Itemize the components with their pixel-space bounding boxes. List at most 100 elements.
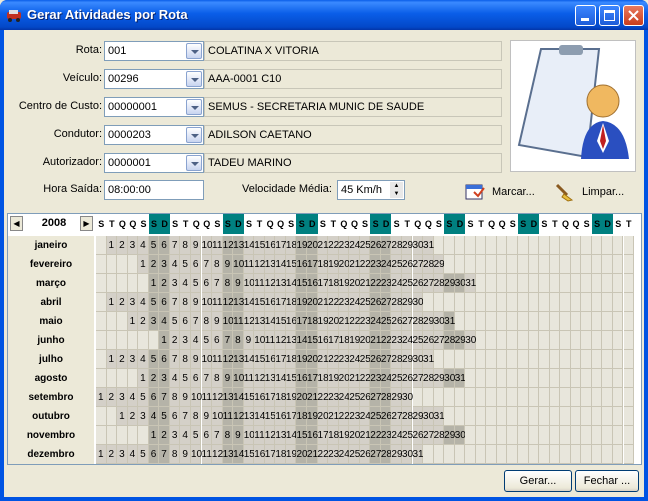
day-cell[interactable]: 14 bbox=[243, 236, 255, 255]
day-cell[interactable]: 18 bbox=[307, 312, 318, 331]
day-cell[interactable]: 12 bbox=[264, 426, 276, 445]
day-cell[interactable]: 13 bbox=[243, 407, 255, 426]
day-cell[interactable]: 2 bbox=[106, 388, 118, 407]
day-cell[interactable]: 28 bbox=[423, 255, 434, 274]
day-cell[interactable]: 25 bbox=[359, 236, 371, 255]
day-cell[interactable]: 31 bbox=[454, 369, 466, 388]
day-cell[interactable]: 30 bbox=[444, 369, 455, 388]
day-cell[interactable]: 27 bbox=[391, 407, 403, 426]
day-cell[interactable]: 7 bbox=[190, 312, 202, 331]
day-cell[interactable]: 8 bbox=[233, 331, 244, 350]
day-cell[interactable]: 31 bbox=[412, 445, 424, 464]
day-cell[interactable]: 17 bbox=[264, 388, 276, 407]
day-cell[interactable]: 15 bbox=[243, 388, 255, 407]
day-cell[interactable]: 26 bbox=[370, 350, 381, 369]
day-cell[interactable]: 1 bbox=[138, 369, 149, 388]
day-cell[interactable]: 10 bbox=[201, 350, 213, 369]
maximize-button[interactable] bbox=[599, 5, 620, 26]
day-cell[interactable]: 26 bbox=[412, 426, 424, 445]
day-cell[interactable]: 15 bbox=[296, 426, 308, 445]
day-cell[interactable]: 7 bbox=[159, 388, 170, 407]
day-cell[interactable]: 9 bbox=[180, 388, 191, 407]
day-cell[interactable]: 25 bbox=[412, 331, 424, 350]
day-cell[interactable]: 24 bbox=[349, 236, 360, 255]
day-cell[interactable]: 9 bbox=[212, 312, 223, 331]
day-cell[interactable]: 23 bbox=[380, 274, 392, 293]
day-cell[interactable]: 15 bbox=[243, 445, 255, 464]
day-cell[interactable]: 28 bbox=[391, 350, 403, 369]
rota-combo[interactable]: 001 bbox=[104, 41, 204, 61]
day-cell[interactable]: 6 bbox=[159, 236, 170, 255]
day-cell[interactable]: 23 bbox=[370, 255, 381, 274]
day-cell[interactable]: 23 bbox=[370, 369, 381, 388]
day-cell[interactable]: 20 bbox=[338, 255, 350, 274]
day-cell[interactable]: 30 bbox=[423, 407, 434, 426]
day-cell[interactable]: 10 bbox=[190, 388, 202, 407]
day-cell[interactable]: 20 bbox=[296, 388, 308, 407]
day-cell[interactable]: 16 bbox=[307, 274, 318, 293]
day-cell[interactable]: 16 bbox=[264, 293, 276, 312]
chevron-down-icon[interactable] bbox=[186, 99, 202, 115]
day-cell[interactable]: 24 bbox=[349, 350, 360, 369]
day-cell[interactable]: 13 bbox=[233, 293, 244, 312]
day-cell[interactable]: 6 bbox=[159, 293, 170, 312]
day-cell[interactable]: 24 bbox=[338, 445, 350, 464]
day-cell[interactable]: 14 bbox=[275, 369, 286, 388]
day-cell[interactable]: 30 bbox=[401, 388, 413, 407]
day-cell[interactable]: 5 bbox=[138, 445, 149, 464]
day-cell[interactable]: 2 bbox=[117, 236, 128, 255]
day-cell[interactable]: 17 bbox=[317, 274, 329, 293]
day-cell[interactable]: 26 bbox=[359, 445, 371, 464]
day-cell[interactable]: 24 bbox=[380, 369, 392, 388]
spin-up-icon[interactable]: ▲ bbox=[390, 182, 403, 190]
day-cell[interactable]: 31 bbox=[444, 312, 455, 331]
velocidade-spinner[interactable]: 45 Km/h ▲ ▼ bbox=[337, 180, 405, 200]
chevron-down-icon[interactable] bbox=[186, 43, 202, 59]
day-cell[interactable]: 8 bbox=[169, 388, 181, 407]
day-cell[interactable]: 18 bbox=[285, 350, 297, 369]
day-cell[interactable]: 8 bbox=[180, 236, 191, 255]
day-cell[interactable]: 13 bbox=[264, 369, 276, 388]
day-cell[interactable]: 22 bbox=[370, 274, 381, 293]
day-cell[interactable]: 22 bbox=[317, 445, 329, 464]
day-cell[interactable]: 26 bbox=[380, 407, 392, 426]
day-cell[interactable]: 26 bbox=[423, 331, 434, 350]
day-cell[interactable]: 4 bbox=[180, 426, 191, 445]
day-cell[interactable]: 21 bbox=[317, 293, 329, 312]
day-cell[interactable]: 7 bbox=[159, 445, 170, 464]
day-cell[interactable]: 4 bbox=[138, 236, 149, 255]
day-cell[interactable]: 17 bbox=[275, 236, 286, 255]
day-cell[interactable]: 2 bbox=[148, 255, 160, 274]
day-cell[interactable]: 16 bbox=[296, 369, 308, 388]
day-cell[interactable]: 27 bbox=[380, 350, 392, 369]
day-cell[interactable]: 8 bbox=[180, 293, 191, 312]
day-cell[interactable]: 2 bbox=[159, 274, 170, 293]
day-cell[interactable]: 26 bbox=[370, 293, 381, 312]
chevron-down-icon[interactable] bbox=[186, 71, 202, 87]
day-cell[interactable]: 15 bbox=[254, 293, 265, 312]
day-cell[interactable]: 22 bbox=[328, 236, 339, 255]
day-cell[interactable]: 24 bbox=[401, 331, 413, 350]
day-cell[interactable]: 27 bbox=[401, 312, 413, 331]
day-cell[interactable]: 14 bbox=[264, 312, 276, 331]
day-cell[interactable]: 22 bbox=[338, 407, 350, 426]
day-cell[interactable]: 21 bbox=[307, 388, 318, 407]
day-cell[interactable]: 29 bbox=[401, 293, 413, 312]
day-cell[interactable]: 27 bbox=[412, 255, 424, 274]
day-cell[interactable]: 25 bbox=[370, 407, 381, 426]
day-cell[interactable]: 28 bbox=[401, 407, 413, 426]
day-cell[interactable]: 12 bbox=[264, 274, 276, 293]
day-cell[interactable]: 7 bbox=[212, 274, 223, 293]
day-cell[interactable]: 9 bbox=[180, 445, 191, 464]
day-cell[interactable]: 10 bbox=[233, 255, 244, 274]
day-cell[interactable]: 20 bbox=[317, 407, 329, 426]
day-cell[interactable]: 19 bbox=[285, 445, 297, 464]
day-cell[interactable]: 8 bbox=[190, 407, 202, 426]
day-cell[interactable]: 14 bbox=[285, 426, 297, 445]
day-cell[interactable]: 11 bbox=[212, 350, 223, 369]
day-cell[interactable]: 22 bbox=[328, 350, 339, 369]
day-cell[interactable]: 14 bbox=[285, 274, 297, 293]
day-cell[interactable]: 25 bbox=[391, 369, 403, 388]
day-cell[interactable]: 30 bbox=[412, 350, 424, 369]
day-cell[interactable]: 18 bbox=[285, 236, 297, 255]
